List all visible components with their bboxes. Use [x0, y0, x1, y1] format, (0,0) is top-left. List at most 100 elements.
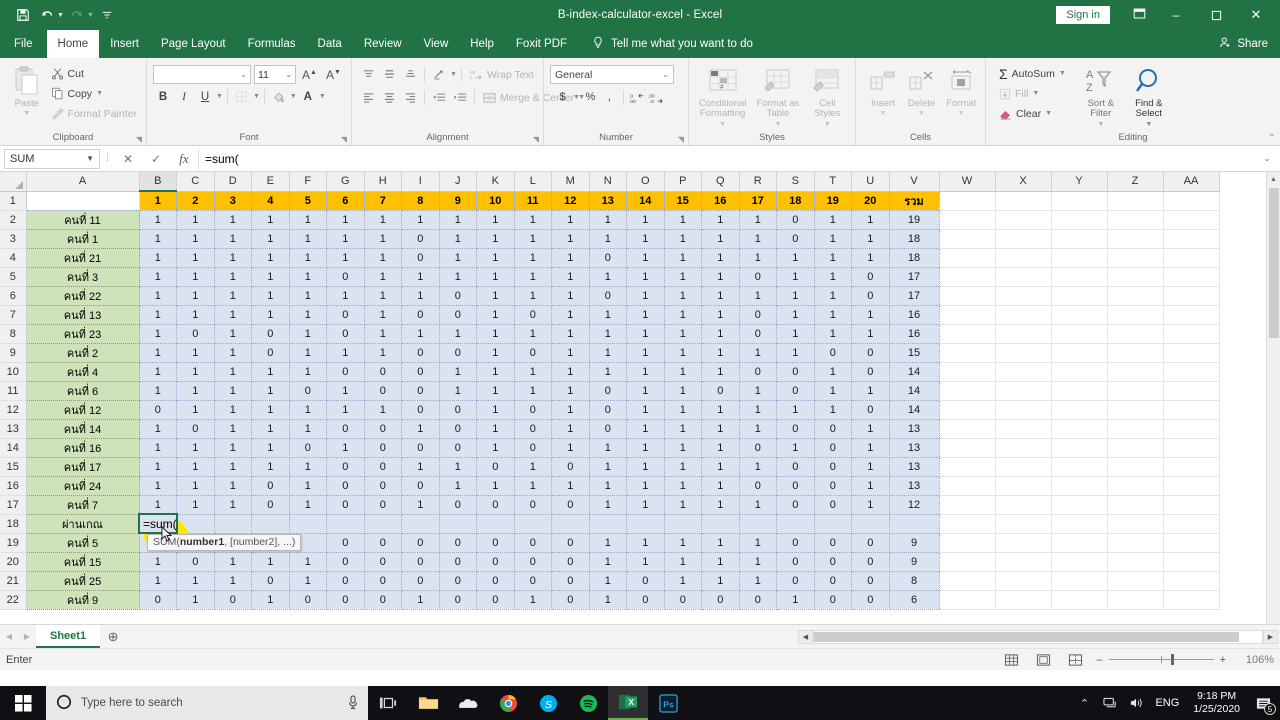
clear-button[interactable]: Clear ▼ [996, 104, 1069, 123]
cell-r3[interactable]: 1 [739, 229, 777, 249]
cell-m7[interactable]: 1 [551, 305, 590, 325]
cell-p11[interactable]: 1 [664, 381, 702, 401]
cell-k5[interactable]: 1 [476, 267, 515, 287]
underline-dropdown-icon[interactable]: ▼ [216, 93, 223, 100]
network-icon[interactable] [1097, 686, 1123, 720]
cell-s7[interactable]: 1 [776, 305, 815, 325]
cell-o3[interactable]: 1 [626, 229, 665, 249]
cell-q3[interactable]: 1 [701, 229, 740, 249]
cancel-entry-button[interactable]: ✕ [114, 148, 142, 170]
cell-b9[interactable]: 1 [139, 343, 177, 363]
add-sheet-button[interactable]: ⊕ [100, 625, 126, 648]
cell-a18[interactable]: ผ่านเกณ [26, 514, 140, 534]
cell-t7[interactable]: 1 [814, 305, 852, 325]
cell-c15[interactable]: 1 [176, 457, 215, 477]
cell-aa6[interactable] [1163, 286, 1220, 306]
cell-j18[interactable] [439, 514, 477, 534]
cell-r15[interactable]: 1 [739, 457, 777, 477]
cell-f21[interactable]: 1 [289, 571, 327, 591]
spotify-icon[interactable] [568, 686, 608, 720]
language-indicator[interactable]: ENG [1149, 697, 1185, 709]
cell-b5[interactable]: 1 [139, 267, 177, 287]
cell-l20[interactable]: 0 [514, 552, 552, 572]
conditional-formatting-button[interactable]: ≠ Conditional Formatting ▼ [695, 62, 750, 129]
cell-s17[interactable]: 0 [776, 495, 815, 515]
cell-x4[interactable] [995, 248, 1052, 268]
cell-e6[interactable]: 1 [251, 286, 290, 306]
cell-h16[interactable]: 0 [364, 476, 402, 496]
table-row[interactable]: 11 คนที่ 6 1 1 1 1 0 1 0 0 1 1 1 1 0 1 1 0 1 0 1 1 14 [0, 381, 1220, 401]
cell-h21[interactable]: 0 [364, 571, 402, 591]
cell-s3[interactable]: 0 [776, 229, 815, 249]
cell-u13[interactable]: 1 [851, 419, 890, 439]
cell-k21[interactable]: 0 [476, 571, 515, 591]
cell-k16[interactable]: 1 [476, 476, 515, 496]
cell-m8[interactable]: 1 [551, 324, 590, 344]
cell-w9[interactable] [939, 343, 996, 363]
horizontal-scrollbar[interactable] [813, 629, 1263, 644]
cell-x19[interactable] [995, 533, 1052, 553]
cell-l3[interactable]: 1 [514, 229, 552, 249]
tab-review[interactable]: Review [353, 30, 413, 58]
cell-j20[interactable]: 0 [439, 552, 477, 572]
cell-r1[interactable]: 17 [739, 191, 777, 211]
cell-g16[interactable]: 0 [326, 476, 365, 496]
cell-j19[interactable]: 0 [439, 533, 477, 553]
cell-s21[interactable]: 0 [776, 571, 815, 591]
insert-cells-button[interactable]: Insert ▼ [866, 62, 900, 118]
cell-p17[interactable]: 1 [664, 495, 702, 515]
cell-m5[interactable]: 1 [551, 267, 590, 287]
cell-i10[interactable]: 0 [401, 362, 440, 382]
tell-me-search[interactable]: Tell me what you want to do [582, 30, 763, 58]
cell-q20[interactable]: 1 [701, 552, 740, 572]
cell-o15[interactable]: 1 [626, 457, 665, 477]
cell-v19[interactable]: 9 [889, 533, 940, 553]
tab-page-layout[interactable]: Page Layout [150, 30, 237, 58]
cell-b8[interactable]: 1 [139, 324, 177, 344]
cell-i20[interactable]: 0 [401, 552, 440, 572]
cell-m4[interactable]: 1 [551, 248, 590, 268]
cell-k7[interactable]: 1 [476, 305, 515, 325]
cell-f12[interactable]: 1 [289, 400, 327, 420]
cell-o6[interactable]: 1 [626, 286, 665, 306]
cell-v13[interactable]: 13 [889, 419, 940, 439]
cell-u14[interactable]: 1 [851, 438, 890, 458]
cell-o14[interactable]: 1 [626, 438, 665, 458]
cell-g13[interactable]: 0 [326, 419, 365, 439]
row-header-7[interactable]: 7 [0, 305, 27, 325]
cell-r21[interactable]: 1 [739, 571, 777, 591]
cell-c2[interactable]: 1 [176, 210, 215, 230]
chevron-down-icon[interactable]: ⌄ [662, 70, 669, 79]
column-header-g[interactable]: G [326, 172, 365, 192]
cell-g14[interactable]: 1 [326, 438, 365, 458]
cell-f4[interactable]: 1 [289, 248, 327, 268]
restore-button[interactable] [1196, 0, 1236, 30]
cell-i11[interactable]: 0 [401, 381, 440, 401]
cell-u6[interactable]: 0 [851, 286, 890, 306]
cell-m10[interactable]: 1 [551, 362, 590, 382]
table-row[interactable]: 4 คนที่ 21 1 1 1 1 1 1 1 0 1 1 1 1 0 1 1 1 1 1 1 1 18 [0, 248, 1220, 268]
cell-g3[interactable]: 1 [326, 229, 365, 249]
cell-t9[interactable]: 0 [814, 343, 852, 363]
cell-z8[interactable] [1107, 324, 1164, 344]
cell-a19[interactable]: คนที่ 5 [26, 533, 140, 553]
cell-l10[interactable]: 1 [514, 362, 552, 382]
table-row[interactable]: 21 คนที่ 25 1 1 1 0 1 0 0 0 0 0 0 0 1 0 1 1 1 0 0 0 8 [0, 571, 1220, 591]
cell-a6[interactable]: คนที่ 22 [26, 286, 140, 306]
cell-x8[interactable] [995, 324, 1052, 344]
cell-b17[interactable]: 1 [139, 495, 177, 515]
cell-g2[interactable]: 1 [326, 210, 365, 230]
cell-m11[interactable]: 1 [551, 381, 590, 401]
row-header-12[interactable]: 12 [0, 400, 27, 420]
cell-g19[interactable]: 0 [326, 533, 365, 553]
cell-aa20[interactable] [1163, 552, 1220, 572]
cell-w19[interactable] [939, 533, 996, 553]
cell-i5[interactable]: 1 [401, 267, 440, 287]
row-header-21[interactable]: 21 [0, 571, 27, 591]
fill-color-dropdown-icon[interactable]: ▼ [290, 93, 297, 100]
skype-icon[interactable]: S [528, 686, 568, 720]
cell-x3[interactable] [995, 229, 1052, 249]
cell-l7[interactable]: 0 [514, 305, 552, 325]
cell-a3[interactable]: คนที่ 1 [26, 229, 140, 249]
cell-d12[interactable]: 1 [214, 400, 252, 420]
